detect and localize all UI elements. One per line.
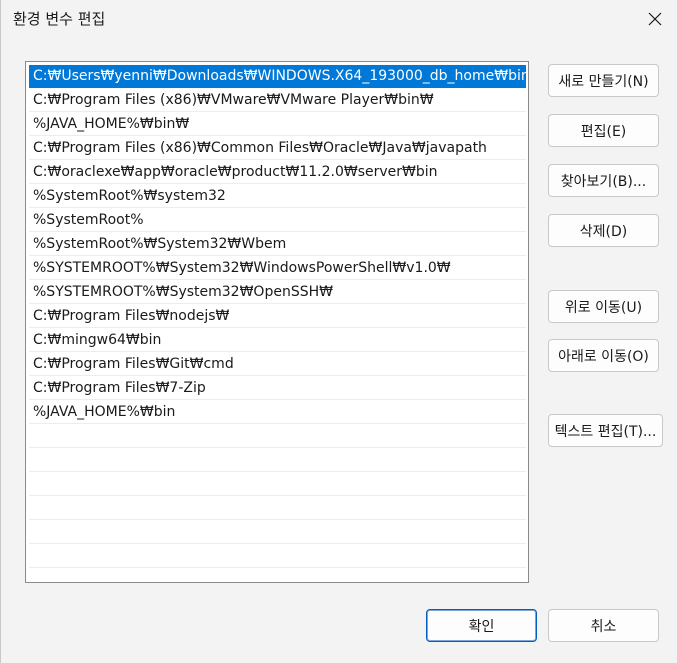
cancel-button[interactable]: 취소	[548, 609, 659, 642]
empty-list-row[interactable]	[29, 521, 526, 544]
list-item[interactable]: C:₩Program Files (x86)₩VMware₩VMware Pla…	[29, 89, 526, 112]
list-item[interactable]: %SYSTEMROOT%₩System32₩WindowsPowerShell₩…	[29, 257, 526, 280]
list-item[interactable]: %SystemRoot%₩system32	[29, 185, 526, 208]
empty-list-row[interactable]	[29, 545, 526, 568]
title-bar: 환경 변수 편집	[1, 0, 677, 38]
empty-list-row[interactable]	[29, 425, 526, 448]
list-item[interactable]: C:₩Program Files₩Git₩cmd	[29, 353, 526, 376]
close-button[interactable]	[631, 0, 677, 38]
list-item[interactable]: %JAVA_HOME%₩bin	[29, 401, 526, 424]
list-item[interactable]: C:₩Program Files (x86)₩Common Files₩Orac…	[29, 137, 526, 160]
list-item[interactable]: %SYSTEMROOT%₩System32₩OpenSSH₩	[29, 281, 526, 304]
empty-list-row[interactable]	[29, 449, 526, 472]
new-button[interactable]: 새로 만들기(N)	[548, 64, 659, 97]
path-list[interactable]: C:₩Users₩yenni₩Downloads₩WINDOWS.X64_193…	[25, 61, 529, 583]
move-down-button[interactable]: 아래로 이동(O)	[548, 339, 659, 372]
edit-button[interactable]: 편집(E)	[548, 114, 659, 147]
list-item[interactable]: C:₩Program Files₩nodejs₩	[29, 305, 526, 328]
list-item[interactable]: C:₩oraclexe₩app₩oracle₩product₩11.2.0₩se…	[29, 161, 526, 184]
empty-list-row[interactable]	[29, 497, 526, 520]
ok-button[interactable]: 확인	[426, 609, 537, 642]
empty-list-row[interactable]	[29, 473, 526, 496]
list-item[interactable]: %SystemRoot%₩System32₩Wbem	[29, 233, 526, 256]
list-item[interactable]: C:₩mingw64₩bin	[29, 329, 526, 352]
edit-environment-variable-dialog: 환경 변수 편집 C:₩Users₩yenni₩Downloads₩WINDOW…	[0, 0, 677, 663]
close-icon	[648, 12, 661, 26]
edit-text-button[interactable]: 텍스트 편집(T)...	[548, 414, 663, 447]
list-item[interactable]: %JAVA_HOME%₩bin₩	[29, 113, 526, 136]
delete-button[interactable]: 삭제(D)	[548, 214, 659, 247]
list-item[interactable]: C:₩Program Files₩7-Zip	[29, 377, 526, 400]
move-up-button[interactable]: 위로 이동(U)	[548, 290, 659, 323]
list-item[interactable]: C:₩Users₩yenni₩Downloads₩WINDOWS.X64_193…	[29, 65, 526, 88]
list-item[interactable]: %SystemRoot%	[29, 209, 526, 232]
window-title: 환경 변수 편집	[13, 10, 106, 28]
browse-button[interactable]: 찾아보기(B)...	[548, 164, 659, 197]
